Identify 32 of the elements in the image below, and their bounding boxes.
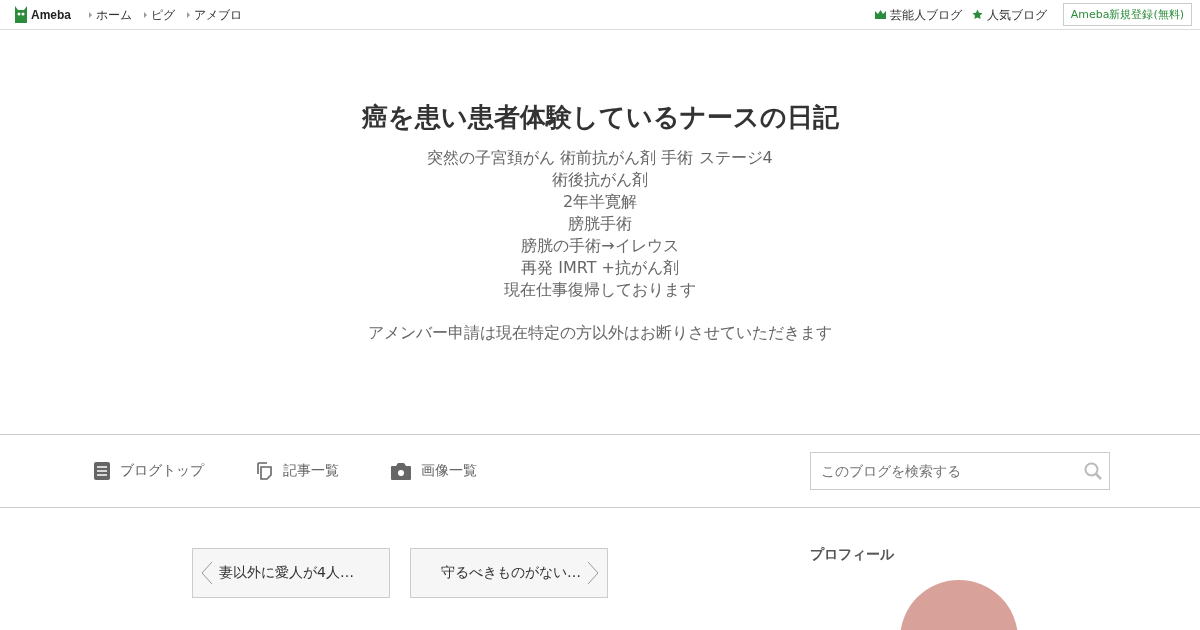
search-icon[interactable] bbox=[1084, 462, 1102, 480]
nav-link[interactable]: ブログトップ bbox=[94, 462, 204, 480]
blog-title[interactable]: 癌を患い患者体験しているナースの日記 bbox=[361, 100, 839, 135]
chevron-left-icon bbox=[201, 561, 213, 585]
mascot-logo-icon bbox=[14, 5, 28, 24]
search-field[interactable]: このブログを検索する bbox=[810, 452, 1110, 490]
nav-link[interactable]: 記事一覧 bbox=[256, 462, 339, 480]
previous-article-button[interactable]: 妻以外に愛人が4人… bbox=[192, 548, 390, 598]
blog-description-line: 再発 IMRT +抗がん剤 bbox=[521, 257, 679, 279]
star-icon bbox=[971, 9, 983, 20]
document-icon bbox=[94, 462, 110, 480]
chevron-right-icon bbox=[587, 561, 599, 585]
blog-description-line: 膀胱の手術→イレウス bbox=[521, 235, 679, 257]
copies-icon bbox=[256, 462, 273, 480]
crown-icon bbox=[874, 10, 886, 19]
blog-note: アメンバー申請は現在特定の方以外はお断りさせていただきます bbox=[368, 323, 832, 344]
header-link[interactable]: 人気ブログ bbox=[971, 7, 1047, 22]
camera-icon bbox=[391, 462, 411, 480]
header-link[interactable]: アメブロ bbox=[187, 7, 242, 22]
blog-description-line: 突然の子宮頚がん 術前抗がん剤 手術 ステージ4 bbox=[427, 147, 773, 169]
header-link[interactable]: ピグ bbox=[144, 7, 175, 22]
profile-heading: プロフィール bbox=[810, 546, 895, 564]
header-link[interactable]: 芸能人ブログ bbox=[874, 7, 962, 22]
blog-description-line: 現在仕事復帰しております bbox=[504, 279, 696, 301]
ameba-logo[interactable]: Ameba bbox=[31, 7, 71, 22]
blog-description-line: 膀胱手術 bbox=[568, 213, 632, 235]
nav-link[interactable]: 画像一覧 bbox=[391, 462, 477, 480]
blog-description-line: 術後抗がん剤 bbox=[552, 169, 648, 191]
blog-description-line: 2年半寛解 bbox=[562, 191, 638, 213]
next-article-button[interactable]: 守るべきものがない… bbox=[410, 548, 608, 598]
header-link[interactable]: ホーム bbox=[89, 7, 132, 22]
signup-button[interactable]: Ameba新規登録(無料) bbox=[1062, 3, 1192, 26]
